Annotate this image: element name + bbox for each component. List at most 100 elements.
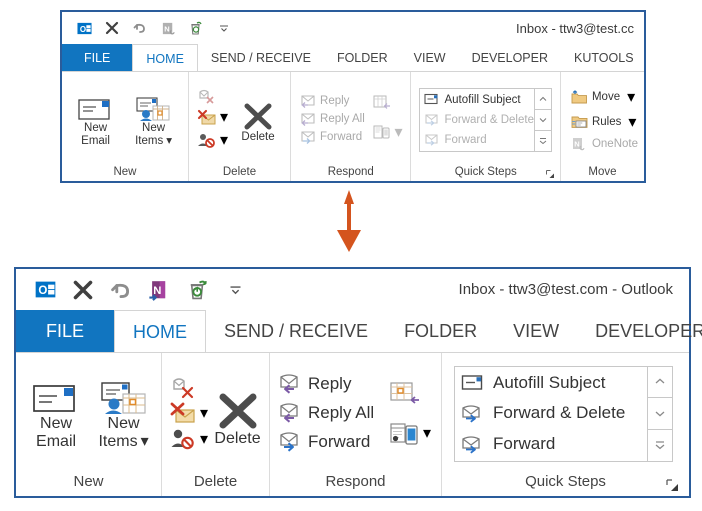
- meeting-button[interactable]: [373, 95, 402, 110]
- autofill-subject-icon: [461, 373, 487, 393]
- ribbon-group-respond: Reply Reply All Forward ▾ Respond: [291, 72, 412, 181]
- tab-folder[interactable]: FOLDER: [386, 310, 495, 353]
- quick-step-forward[interactable]: Forward: [424, 131, 533, 149]
- tab-developer[interactable]: DEVELOPER: [459, 44, 561, 72]
- rules-button[interactable]: Rules ▾: [571, 112, 638, 132]
- ribbon-tabs: FILE HOME SEND / RECEIVE FOLDER VIEW DEV…: [62, 44, 644, 72]
- more-respond-button[interactable]: ▾: [390, 421, 431, 445]
- onenote-icon[interactable]: N: [140, 274, 178, 306]
- chevron-down-icon[interactable]: ▾: [220, 130, 228, 150]
- forward-button[interactable]: Forward: [278, 430, 374, 453]
- new-email-button[interactable]: New Email: [72, 92, 119, 147]
- rules-icon: [571, 115, 588, 129]
- open-gallery-icon[interactable]: [535, 131, 551, 151]
- quick-step-autofill-subject[interactable]: Autofill Subject: [461, 370, 647, 397]
- new-items-button[interactable]: New Items ▾: [125, 92, 182, 147]
- delete-x-icon[interactable]: [64, 274, 102, 306]
- delete-x-icon[interactable]: [98, 16, 126, 40]
- scroll-down-icon[interactable]: [534, 110, 551, 131]
- chevron-down-icon[interactable]: [210, 16, 238, 40]
- block-sender-button[interactable]: ▾: [197, 130, 228, 150]
- outlook-logo-icon[interactable]: O: [70, 16, 98, 40]
- tab-send-receive[interactable]: SEND / RECEIVE: [206, 310, 386, 353]
- quick-step-autofill-subject[interactable]: Autofill Subject: [424, 91, 533, 109]
- quick-step-forward-delete[interactable]: Forward & Delete: [461, 400, 647, 427]
- scroll-up-icon[interactable]: [534, 89, 551, 110]
- ignore-button[interactable]: [197, 88, 228, 104]
- onenote-button[interactable]: N OneNote: [571, 137, 638, 151]
- ribbon-group-delete: ▾ ▾ Delete Delete: [162, 353, 270, 496]
- quick-steps-scrollbar[interactable]: [647, 366, 672, 461]
- tab-folder[interactable]: FOLDER: [324, 44, 401, 72]
- forward-icon: [278, 430, 306, 453]
- chevron-down-icon[interactable]: ▾: [627, 87, 635, 107]
- undo-icon[interactable]: [126, 16, 154, 40]
- junk-button[interactable]: ▾: [170, 402, 208, 424]
- block-sender-button[interactable]: ▾: [170, 428, 208, 450]
- more-respond-button[interactable]: ▾: [373, 122, 402, 142]
- tab-view[interactable]: VIEW: [495, 310, 577, 353]
- reply-icon: [278, 372, 306, 395]
- tab-file[interactable]: FILE: [62, 44, 133, 72]
- chevron-down-icon[interactable]: ▾: [200, 403, 208, 423]
- ignore-button[interactable]: [170, 376, 208, 398]
- new-items-label-1: New: [107, 414, 140, 432]
- new-email-label-1: New: [84, 121, 108, 134]
- respond-buttons: Reply Reply All Forward: [299, 94, 365, 144]
- chevron-down-icon[interactable]: ▾: [166, 135, 172, 148]
- chevron-down-icon[interactable]: ▾: [423, 423, 431, 443]
- reply-all-button[interactable]: Reply All: [278, 401, 374, 424]
- scroll-up-icon[interactable]: [648, 367, 672, 399]
- group-label-new: New: [113, 166, 137, 178]
- delete-button[interactable]: Delete: [212, 378, 263, 448]
- svg-text:N: N: [164, 24, 169, 33]
- tab-home[interactable]: HOME: [114, 310, 207, 353]
- move-button[interactable]: Move ▾: [571, 87, 638, 107]
- move-buttons: Move ▾ Rules ▾ N OneNote: [571, 87, 638, 151]
- forward-delete-icon: [424, 113, 440, 126]
- new-email-label-2: Email: [36, 432, 77, 450]
- chevron-down-icon[interactable]: ▾: [628, 112, 636, 132]
- quick-steps-gallery[interactable]: Autofill Subject Forward & Delete Forwar…: [454, 365, 673, 462]
- quick-step-forward[interactable]: Forward: [461, 430, 647, 457]
- chevron-down-icon[interactable]: ▾: [394, 122, 402, 142]
- title-bar: O N Inbox - ttw3@test.com - Outlook: [16, 269, 689, 310]
- reply-button[interactable]: Reply: [278, 372, 374, 395]
- new-email-label-1: New: [40, 414, 73, 432]
- chevron-down-icon[interactable]: [216, 274, 254, 306]
- junk-button[interactable]: ▾: [197, 107, 228, 127]
- chevron-down-icon[interactable]: ▾: [220, 107, 228, 127]
- forward-button[interactable]: Forward: [299, 130, 365, 144]
- quick-steps-scrollbar[interactable]: [533, 88, 551, 151]
- meeting-button[interactable]: [390, 381, 431, 405]
- tab-home[interactable]: HOME: [132, 44, 198, 72]
- scroll-down-icon[interactable]: [648, 398, 672, 430]
- ribbon-group-quick-steps: Autofill Subject Forward & Delete Forwar…: [442, 353, 689, 496]
- new-items-button[interactable]: New Items ▾: [92, 377, 155, 450]
- quick-step-forward-delete[interactable]: Forward & Delete: [424, 111, 534, 129]
- tab-send-receive[interactable]: SEND / RECEIVE: [198, 44, 324, 72]
- reply-all-button[interactable]: Reply All: [299, 112, 365, 126]
- forward-icon: [461, 434, 487, 454]
- dialog-launcher-icon[interactable]: [545, 170, 555, 179]
- reply-button[interactable]: Reply: [299, 94, 365, 108]
- chevron-down-icon[interactable]: ▾: [141, 433, 149, 451]
- outlook-logo-icon[interactable]: O: [26, 274, 64, 306]
- open-gallery-icon[interactable]: [648, 430, 672, 461]
- dialog-launcher-icon[interactable]: [666, 479, 679, 492]
- tab-developer[interactable]: DEVELOPER: [577, 310, 702, 353]
- tab-file[interactable]: FILE: [16, 310, 115, 353]
- undelete-recycle-icon[interactable]: [178, 274, 216, 306]
- quick-steps-gallery[interactable]: Autofill Subject Forward & Delete Forwar…: [419, 87, 552, 152]
- chevron-down-icon[interactable]: ▾: [200, 429, 208, 449]
- onenote-icon[interactable]: N: [154, 16, 182, 40]
- group-label-delete: Delete: [193, 473, 238, 490]
- new-items-icon: [99, 381, 149, 415]
- undo-icon[interactable]: [102, 274, 140, 306]
- tab-kutools[interactable]: KUTOOLS: [561, 44, 647, 72]
- new-items-label-2: Items ▾: [135, 134, 172, 148]
- new-email-button[interactable]: New Email: [30, 377, 82, 450]
- delete-button[interactable]: Delete: [234, 93, 282, 144]
- tab-view[interactable]: VIEW: [401, 44, 459, 72]
- undelete-recycle-icon[interactable]: [182, 16, 210, 40]
